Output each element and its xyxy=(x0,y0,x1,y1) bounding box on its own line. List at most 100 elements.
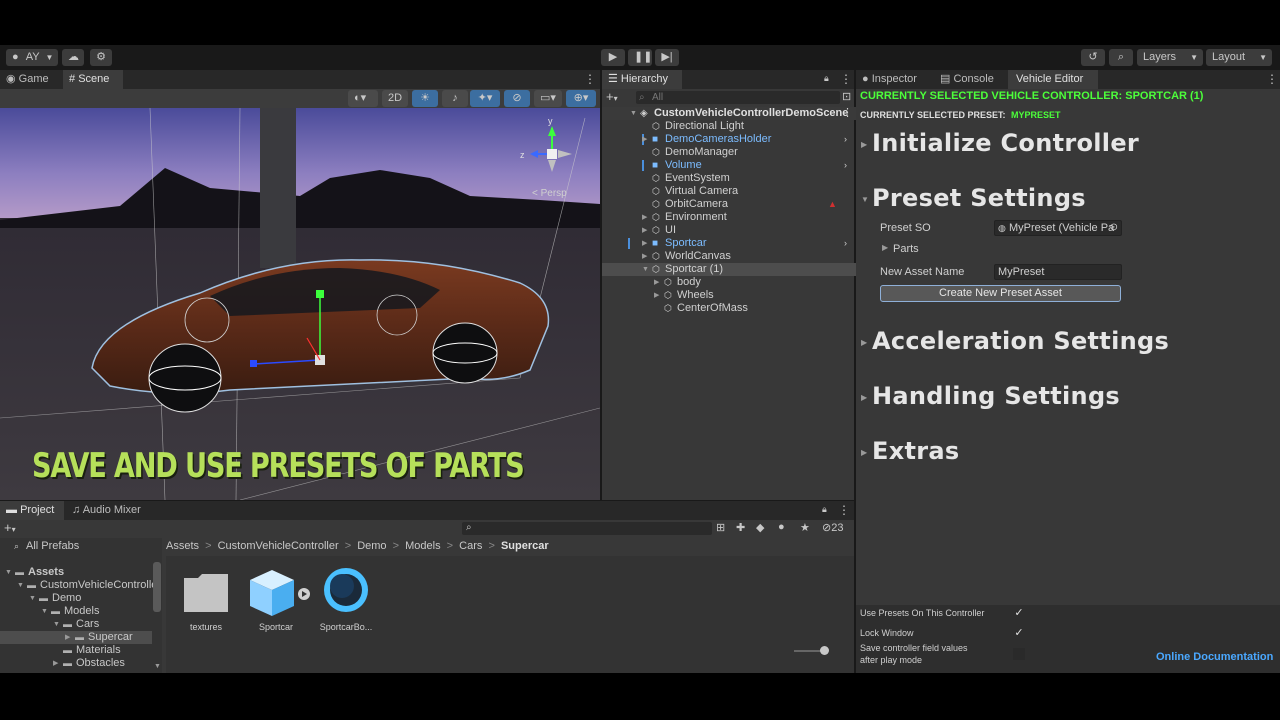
shading-mode-button[interactable]: ◐▾ xyxy=(348,90,378,107)
tree-item-assets[interactable]: ▼ ▬ Assets xyxy=(0,566,190,579)
lighting-toggle[interactable]: ☀ xyxy=(412,90,438,107)
chevron-right-icon[interactable]: › xyxy=(844,133,847,146)
hierarchy-item[interactable]: ■ Volume › xyxy=(602,159,856,172)
section-preset-settings[interactable]: Preset Settings xyxy=(872,184,1086,212)
tree-item-cars[interactable]: ▼ ▬ Cars xyxy=(0,618,190,631)
tree-item-obstacles[interactable]: ▶ ▬ Obstacles xyxy=(0,657,190,670)
more-menu-icon[interactable]: ⋮ xyxy=(1266,72,1278,86)
search-button[interactable]: ⌕ xyxy=(1109,49,1133,66)
hierarchy-item[interactable]: ▶ ⬡ Environment xyxy=(602,211,856,224)
camera-settings-button[interactable]: ▭▾ xyxy=(534,90,562,107)
create-asset-button[interactable]: +▾ xyxy=(4,520,16,535)
hierarchy-item[interactable]: ▶ ⬡ Wheels xyxy=(602,289,856,302)
section-initialize-controller[interactable]: Initialize Controller xyxy=(872,129,1139,157)
breadcrumb-item[interactable]: Models xyxy=(405,540,440,552)
asset-item-sportcarbody[interactable]: SportcarBo... xyxy=(312,566,380,636)
foldout-arrow-icon[interactable]: ▶ xyxy=(861,140,867,149)
toggle-2d-button[interactable]: 2D xyxy=(382,90,408,107)
object-picker-icon[interactable]: ⊙ xyxy=(1110,221,1118,235)
tab-hierarchy[interactable]: ☰ Hierarchy xyxy=(602,70,682,89)
breadcrumb-item[interactable]: Demo xyxy=(357,540,386,552)
breadcrumb-item[interactable]: Assets xyxy=(166,540,199,552)
hierarchy-item[interactable]: ⬡ Directional Light xyxy=(602,120,856,133)
tab-inspector[interactable]: ● Inspector xyxy=(856,70,932,89)
tab-console[interactable]: ▤ Console xyxy=(934,70,1006,89)
icon-size-slider-handle[interactable] xyxy=(820,646,829,655)
breadcrumb-item[interactable]: CustomVehicleController xyxy=(218,540,339,552)
scroll-down-arrow-icon[interactable]: ▼ xyxy=(154,663,161,670)
tab-scene[interactable]: # Scene xyxy=(63,70,123,89)
parts-foldout-label[interactable]: Parts xyxy=(893,243,919,255)
foldout-arrow-icon[interactable]: ▶ xyxy=(861,448,867,457)
tree-item-models[interactable]: ▼ ▬ Models xyxy=(0,605,190,618)
filter-icon[interactable]: ⊡ xyxy=(842,90,851,103)
hierarchy-item[interactable]: ▶ ■ DemoCamerasHolder › xyxy=(602,133,856,146)
search-by-label-icon[interactable]: ✚ xyxy=(736,521,745,534)
hierarchy-item[interactable]: ⬡ OrbitCamera ▲ xyxy=(602,198,856,211)
hierarchy-item[interactable]: ▶ ⬡ body xyxy=(602,276,856,289)
foldout-arrow-icon[interactable]: ▶ xyxy=(861,393,867,402)
lock-icon[interactable]: 🔒︎ xyxy=(824,73,829,84)
more-menu-icon[interactable]: ⋮ xyxy=(838,503,850,517)
tree-item-all-prefabs[interactable]: ⌕ All Prefabs xyxy=(0,540,190,553)
tab-vehicle-editor[interactable]: Vehicle Editor xyxy=(1008,70,1098,89)
asset-item-textures[interactable]: textures xyxy=(172,566,240,636)
new-asset-name-input[interactable]: MyPreset xyxy=(994,264,1122,280)
tree-item-materials[interactable]: ▬ Materials xyxy=(0,644,190,657)
audio-toggle[interactable]: ♪ xyxy=(442,90,468,107)
hierarchy-item[interactable]: ⬡ EventSystem xyxy=(602,172,856,185)
hierarchy-item[interactable]: ⬡ Virtual Camera xyxy=(602,185,856,198)
more-menu-icon[interactable]: ⋮ xyxy=(842,107,853,120)
settings-button[interactable]: ⚙ xyxy=(90,49,112,66)
breadcrumb-item-current[interactable]: Supercar xyxy=(501,540,549,552)
info-icon[interactable]: ● xyxy=(778,521,785,533)
hierarchy-item[interactable]: ⬡ CenterOfMass xyxy=(602,302,856,315)
lock-icon[interactable]: 🔒︎ xyxy=(822,504,827,515)
foldout-arrow-icon[interactable]: ▶ xyxy=(861,338,867,347)
tab-game[interactable]: ◉ Game xyxy=(0,70,62,89)
section-acceleration-settings[interactable]: Acceleration Settings xyxy=(872,327,1169,355)
perspective-label[interactable]: < Persp xyxy=(532,188,567,199)
online-documentation-link[interactable]: Online Documentation xyxy=(1156,651,1273,663)
preset-so-field[interactable]: ◍ MyPreset (Vehicle Pa ⊙ xyxy=(994,220,1122,236)
step-button[interactable]: ▶| xyxy=(655,49,679,66)
tree-scrollbar[interactable] xyxy=(153,562,161,612)
hierarchy-search-input[interactable]: ⌕ All xyxy=(636,91,840,104)
more-menu-icon[interactable]: ⋮ xyxy=(584,72,596,86)
more-menu-icon[interactable]: ⋮ xyxy=(840,72,852,86)
visibility-toggle[interactable]: ⊘ xyxy=(504,90,530,107)
history-button[interactable]: ↺ xyxy=(1081,49,1105,66)
create-preset-button[interactable]: Create New Preset Asset xyxy=(880,285,1121,302)
layout-dropdown[interactable]: Layout ▼ xyxy=(1206,49,1272,66)
tree-item-demo[interactable]: ▼ ▬ Demo xyxy=(0,592,190,605)
effects-toggle[interactable]: ✦▾ xyxy=(470,90,500,107)
use-presets-checkbox[interactable]: ✓ xyxy=(1013,607,1025,619)
lock-window-checkbox[interactable]: ✓ xyxy=(1013,627,1025,639)
section-handling-settings[interactable]: Handling Settings xyxy=(872,382,1120,410)
hierarchy-item[interactable]: ▶ ⬡ UI xyxy=(602,224,856,237)
play-button[interactable]: ▶ xyxy=(601,49,625,66)
account-dropdown[interactable]: ● AY ▼ xyxy=(6,49,58,66)
chevron-right-icon[interactable]: › xyxy=(844,237,847,250)
tree-item-supercar-selected[interactable]: ▶ ▬ Supercar xyxy=(0,631,152,644)
section-extras[interactable]: Extras xyxy=(872,437,959,465)
hidden-packages-toggle[interactable]: ⊘23 xyxy=(822,521,843,534)
layers-dropdown[interactable]: Layers ▼ xyxy=(1137,49,1203,66)
scene-root-row[interactable]: ▼ ◈ CustomVehicleControllerDemoScene ⋮ xyxy=(602,107,856,120)
tab-audio-mixer[interactable]: ♫ Audio Mixer xyxy=(66,501,150,520)
project-search-input[interactable]: ⌕ xyxy=(462,522,712,535)
foldout-arrow-icon[interactable]: ▼ xyxy=(861,195,869,204)
asset-item-sportcar[interactable]: Sportcar xyxy=(242,566,310,636)
hierarchy-item[interactable]: ▶ ■ Sportcar › xyxy=(602,237,856,250)
scene-viewport[interactable]: y z < Persp SAVE AND USE PRESETS OF PART… xyxy=(0,108,600,500)
search-by-type-icon[interactable]: ⊞ xyxy=(716,521,725,534)
pause-button[interactable]: ❚❚ xyxy=(628,49,652,66)
breadcrumb-item[interactable]: Cars xyxy=(459,540,482,552)
favorite-icon[interactable]: ★ xyxy=(800,521,810,534)
hierarchy-item-selected[interactable]: ▼ ⬡ Sportcar (1) xyxy=(602,263,856,276)
foldout-arrow-icon[interactable]: ▶ xyxy=(882,243,888,252)
gizmos-button[interactable]: ⊕▾ xyxy=(566,90,596,107)
tag-icon[interactable]: ◆ xyxy=(756,521,764,534)
tab-project[interactable]: ▬ Project xyxy=(0,501,64,520)
hierarchy-item[interactable]: ▶ ⬡ WorldCanvas xyxy=(602,250,856,263)
